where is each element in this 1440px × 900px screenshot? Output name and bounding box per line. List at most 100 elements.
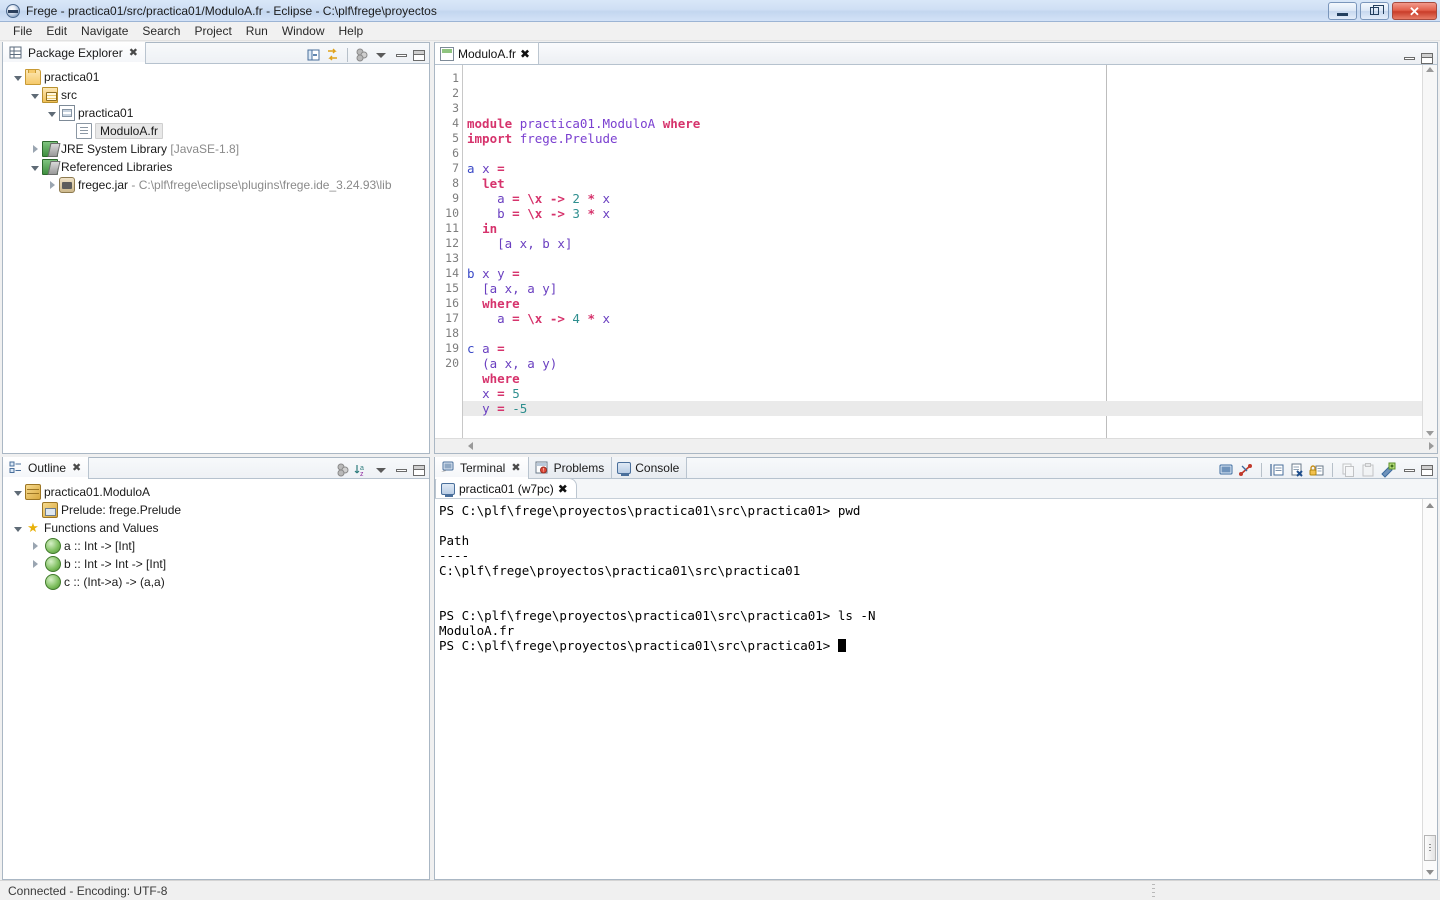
scroll-down-icon[interactable]: [1426, 870, 1434, 875]
menu-project[interactable]: Project: [187, 23, 238, 39]
scroll-up-icon[interactable]: [1426, 503, 1434, 508]
tree-node[interactable]: Prelude: frege.Prelude: [3, 501, 429, 519]
code-token: a: [467, 161, 475, 176]
terminal-line: C:\plf\frege\proyectos\practica01\src\pr…: [439, 563, 801, 578]
disconnect-icon[interactable]: [1238, 462, 1254, 478]
tab-outline[interactable]: Outline ✖: [3, 457, 90, 479]
close-button[interactable]: ✕: [1392, 2, 1437, 20]
editor-canvas[interactable]: 1 2 3 4 5 6 7 8 9 10 11 12 13 14 15 16 17 18 19 20 module p…: [435, 65, 1437, 438]
scrollbar-thumb[interactable]: [1424, 835, 1436, 861]
twisty-expanded-icon[interactable]: [11, 70, 25, 84]
tree-node[interactable]: practica01: [3, 68, 429, 86]
new-terminal-icon[interactable]: [1218, 462, 1234, 478]
tab-moduloa-fr[interactable]: ModuloA.fr ✖: [435, 42, 540, 64]
copy-icon[interactable]: [1340, 462, 1356, 478]
menu-search[interactable]: Search: [135, 23, 187, 39]
toggle-command-input-icon[interactable]: [1269, 462, 1285, 478]
close-icon[interactable]: ✖: [558, 482, 568, 496]
editor-toolbar: [1400, 53, 1437, 64]
menu-edit[interactable]: Edit: [39, 23, 74, 39]
outline-view: Outline ✖ az practica01.ModuloA Prelude:…: [2, 457, 430, 880]
tree-node[interactable]: Referenced Libraries: [3, 158, 429, 176]
view-menu-icon[interactable]: [354, 47, 370, 63]
menu-navigate[interactable]: Navigate: [74, 23, 135, 39]
code-line: [a x, a y]: [467, 281, 1422, 296]
tab-package-explorer[interactable]: Package Explorer ✖: [3, 42, 146, 64]
menu-help[interactable]: Help: [332, 23, 371, 39]
tab-package-explorer-label: Package Explorer: [28, 45, 123, 60]
tree-node[interactable]: src: [3, 86, 429, 104]
minimize-icon[interactable]: [1404, 468, 1415, 472]
tree-node[interactable]: c :: (Int->a) -> (a,a): [3, 573, 429, 591]
twisty-collapsed-icon[interactable]: [28, 539, 42, 553]
code-token: *: [587, 311, 596, 326]
twisty-expanded-icon[interactable]: [28, 88, 42, 102]
settings-icon[interactable]: [1380, 462, 1396, 478]
twisty-expanded-icon[interactable]: [28, 160, 42, 174]
editor-horizontal-scrollbar[interactable]: [435, 438, 1437, 453]
terminal-output[interactable]: PS C:\plf\frege\proyectos\practica01\src…: [435, 499, 1422, 879]
scroll-down-icon[interactable]: [1426, 431, 1434, 436]
restore-button[interactable]: [1360, 2, 1389, 20]
tree-node[interactable]: fregec.jar - C:\plf\frege\eclipse\plugin…: [3, 176, 429, 194]
link-with-editor-icon[interactable]: [325, 47, 341, 63]
maximize-icon[interactable]: [413, 49, 425, 61]
paste-icon[interactable]: [1360, 462, 1376, 478]
view-menu-chevron-icon[interactable]: [373, 462, 389, 478]
tree-node[interactable]: practica01.ModuloA: [3, 483, 429, 501]
maximize-icon[interactable]: [1421, 464, 1433, 476]
menu-window[interactable]: Window: [275, 23, 332, 39]
editor-body: 1 2 3 4 5 6 7 8 9 10 11 12 13 14 15 16 17 18 19 20 module p…: [435, 65, 1437, 453]
collapse-all-icon[interactable]: [306, 47, 322, 63]
subtab-practica01[interactable]: practica01 (w7pc) ✖: [435, 478, 577, 498]
close-icon[interactable]: ✖: [72, 461, 81, 474]
maximize-icon[interactable]: [1421, 53, 1433, 64]
menu-file[interactable]: File: [6, 23, 39, 39]
scroll-left-icon[interactable]: [468, 442, 473, 450]
minimize-button[interactable]: [1328, 2, 1357, 20]
twisty-expanded-icon[interactable]: [45, 106, 59, 120]
minimize-icon[interactable]: [1404, 57, 1415, 60]
source-code[interactable]: module practica01.ModuloA where import fr…: [463, 65, 1422, 438]
minimize-icon[interactable]: [396, 53, 407, 57]
maximize-icon[interactable]: [413, 464, 425, 476]
tree-node[interactable]: a :: Int -> [Int]: [3, 537, 429, 555]
hide-fields-icon[interactable]: [335, 462, 351, 478]
function-icon: [45, 538, 61, 554]
twisty-expanded-icon[interactable]: [11, 485, 25, 499]
twisty-collapsed-icon[interactable]: [28, 557, 42, 571]
tree-node-label: Prelude: frege.Prelude: [61, 503, 182, 517]
line-number-gutter: 1 2 3 4 5 6 7 8 9 10 11 12 13 14 15 16 17 18 19 20: [435, 65, 463, 438]
twisty-collapsed-icon[interactable]: [45, 178, 59, 192]
tree-node[interactable]: practica01: [3, 104, 429, 122]
vertical-sash[interactable]: [430, 42, 432, 880]
tree-node[interactable]: ★ Functions and Values: [3, 519, 429, 537]
tab-console[interactable]: Console: [612, 457, 688, 478]
sort-icon[interactable]: az: [354, 462, 370, 478]
code-token: b: [467, 266, 475, 281]
view-menu-chevron-icon[interactable]: [373, 47, 389, 63]
close-icon[interactable]: ✖: [520, 47, 530, 61]
tree-node[interactable]: b :: Int -> Int -> [Int]: [3, 555, 429, 573]
tab-terminal[interactable]: Terminal ✖: [435, 457, 529, 479]
scroll-right-icon[interactable]: [1429, 442, 1434, 450]
minimize-icon[interactable]: [396, 468, 407, 472]
editor-vertical-scrollbar[interactable]: [1422, 65, 1437, 438]
tree-node[interactable]: ModuloA.fr: [3, 122, 429, 140]
twisty-expanded-icon[interactable]: [11, 521, 25, 535]
scroll-up-icon[interactable]: [1426, 67, 1434, 72]
scroll-lock-icon[interactable]: [1309, 462, 1325, 478]
close-icon[interactable]: ✖: [511, 461, 520, 474]
twisty-collapsed-icon[interactable]: [28, 142, 42, 156]
terminal-vertical-scrollbar[interactable]: [1422, 499, 1437, 879]
line-number: 3: [452, 101, 459, 115]
menu-run[interactable]: Run: [239, 23, 275, 39]
clear-terminal-icon[interactable]: [1289, 462, 1305, 478]
close-icon[interactable]: ✖: [129, 46, 138, 59]
subtab-label: practica01 (w7pc): [459, 481, 554, 496]
tab-problems[interactable]: ! Problems: [528, 457, 613, 478]
right-column: ModuloA.fr ✖ 1 2 3 4 5 6 7 8 9 10 11 12 13 14 15 16 17 18…: [434, 42, 1438, 880]
tree-node[interactable]: JRE System Library [JavaSE-1.8]: [3, 140, 429, 158]
